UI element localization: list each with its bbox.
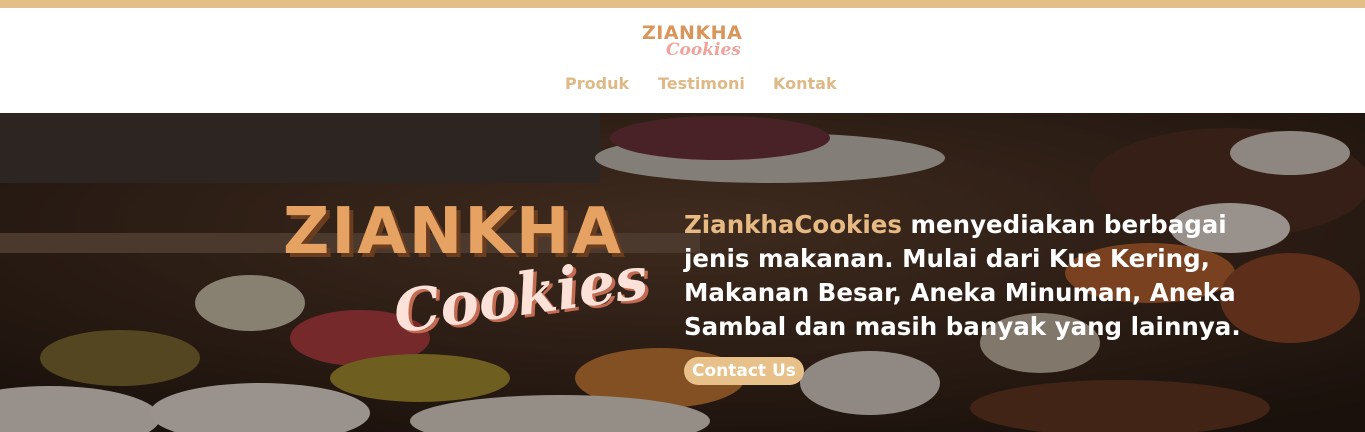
nav-link-testimoni[interactable]: Testimoni [658, 74, 745, 93]
header-logo[interactable]: ZIANKHA Cookies [636, 22, 742, 68]
top-accent-bar [0, 0, 1365, 8]
hero-brand-name: ZiankhaCookies [684, 209, 902, 239]
hero-description: ZiankhaCookies menyediakan berbagai jeni… [684, 208, 1244, 344]
contact-us-button[interactable]: Contact Us [684, 357, 804, 385]
hero-banner: ZIANKHA Cookies ZiankhaCookies menyediak… [0, 113, 1365, 432]
main-nav: Produk Testimoni Kontak [0, 74, 1365, 98]
header-logo-script: Cookies [666, 40, 741, 60]
nav-link-produk[interactable]: Produk [565, 74, 629, 93]
site-header: ZIANKHA Cookies Produk Testimoni Kontak [0, 8, 1365, 113]
hero-logo: ZIANKHA Cookies [283, 195, 663, 365]
nav-link-kontak[interactable]: Kontak [773, 74, 837, 93]
